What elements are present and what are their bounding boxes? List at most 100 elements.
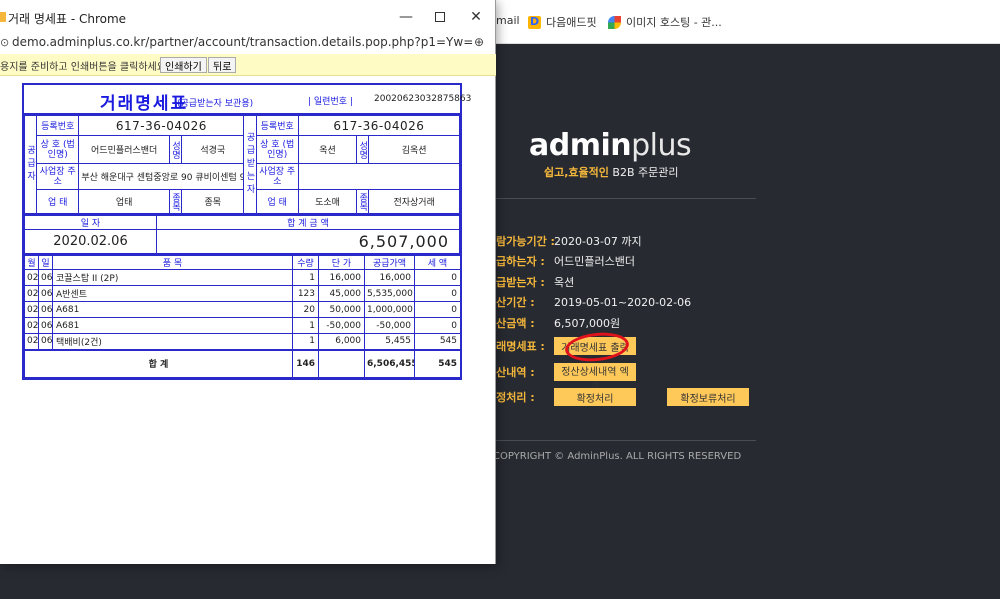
row-supply: 16,000 bbox=[364, 269, 415, 286]
info-value: 옥션 bbox=[554, 276, 575, 289]
row-price: 50,000 bbox=[318, 301, 365, 318]
receiver-name: 김옥션 bbox=[368, 135, 460, 164]
table-row: 02 06 A681 1 -50,000 -50,000 0 bbox=[24, 317, 461, 334]
row-item: A반센트 bbox=[52, 285, 293, 302]
row-tax: 0 bbox=[414, 317, 461, 334]
row-supply: -50,000 bbox=[364, 317, 415, 334]
col-price: 단 가 bbox=[318, 254, 365, 270]
sum-supply: 6,506,455 bbox=[364, 349, 415, 378]
col-qty: 수량 bbox=[292, 254, 319, 270]
sum-qty: 146 bbox=[292, 349, 319, 378]
confirm-hold-button[interactable]: 확정보류처리 bbox=[667, 388, 749, 406]
row-qty: 123 bbox=[292, 285, 319, 302]
row-supply: 5,455 bbox=[364, 333, 415, 350]
receiver-biz-type-label: 업 태 bbox=[255, 189, 299, 214]
receiver-company-label: 상 호 (법인명) bbox=[255, 135, 299, 164]
row-price: 6,000 bbox=[318, 333, 365, 350]
tagline-rest: B2B 주문관리 bbox=[608, 166, 679, 179]
table-row: 02 06 A681 20 50,000 1,000,000 0 bbox=[24, 301, 461, 318]
receiver-reg-no: 617-36-04026 bbox=[297, 115, 461, 136]
total-amount: 6,507,000 bbox=[156, 229, 460, 254]
minimize-icon: — bbox=[399, 9, 413, 25]
popup-url[interactable]: demo.adminplus.co.kr/partner/account/tra… bbox=[12, 35, 472, 49]
row-month: 02 bbox=[24, 269, 39, 286]
row-month: 02 bbox=[24, 317, 39, 334]
receiver-biz-item: 전자상거래 bbox=[368, 189, 460, 214]
divider-bottom bbox=[470, 440, 756, 441]
table-row: 02 06 A반센트 123 45,000 5,535,000 0 bbox=[24, 285, 461, 302]
bookmark-image-hosting[interactable]: 이미지 호스팅 - 관... bbox=[608, 14, 722, 30]
total-row: 합 계 146 6,506,455 545 bbox=[24, 349, 461, 378]
receiver-address bbox=[297, 163, 461, 190]
col-item: 품 목 bbox=[52, 254, 293, 270]
row-month: 02 bbox=[24, 301, 39, 318]
row-item: 택배비(2건) bbox=[52, 333, 293, 350]
total-amount-label: 합 계 금 액 bbox=[156, 214, 460, 230]
popup-title: 거래 명세표 - Chrome bbox=[8, 12, 127, 26]
supplier-biz-item-label: 종목 bbox=[168, 189, 183, 214]
chrome-window-icon bbox=[0, 12, 6, 22]
items-header-row: 월 일 품 목 수량 단 가 공급가액 세 액 bbox=[24, 254, 461, 270]
row-day: 06 bbox=[38, 333, 53, 350]
invoice-popup-window: 거래 명세표 - Chrome — ✕ ⊙ demo.adminplus.co.… bbox=[0, 0, 496, 564]
maximize-button[interactable] bbox=[420, 6, 460, 28]
print-notice-bar: 용지를 준비하고 인쇄버튼을 클릭하세요. 인쇄하기 뒤로 bbox=[0, 54, 496, 76]
brand-logo: adminplus bbox=[529, 128, 692, 163]
print-button[interactable]: 인쇄하기 bbox=[160, 57, 207, 73]
supplier-biz-item: 종목 bbox=[181, 189, 245, 214]
parties-table: 공급자 등록번호 617-36-04026 공급받는자 등록번호 617-36-… bbox=[23, 115, 461, 214]
popup-address-bar[interactable]: ⊙ demo.adminplus.co.kr/partner/account/t… bbox=[0, 34, 495, 52]
summary-table: 일 자 합 계 금 액 2020.02.06 6,507,000 bbox=[24, 214, 460, 254]
row-price: 16,000 bbox=[318, 269, 365, 286]
transaction-statement: 거래명세표 (공급받는자 보관용) | 일련번호 | 2002062303287… bbox=[22, 83, 471, 380]
bookmark-daum-adfit[interactable]: 다음애드핏 bbox=[528, 14, 597, 30]
invoice-date: 2020.02.06 bbox=[24, 229, 157, 254]
col-day: 일 bbox=[38, 254, 53, 270]
supplier-company-label: 상 호 (법인명) bbox=[36, 135, 80, 164]
row-tax: 0 bbox=[414, 285, 461, 302]
close-button[interactable]: ✕ bbox=[456, 6, 496, 28]
brand-tagline: 쉽고,효율적인 B2B 주문관리 bbox=[544, 164, 678, 180]
bookmark-mail[interactable]: mail bbox=[496, 14, 520, 27]
row-tax: 0 bbox=[414, 269, 461, 286]
divider-top bbox=[470, 198, 756, 199]
row-month: 02 bbox=[24, 285, 39, 302]
settlement-excel-button[interactable]: 정산상세내역 엑셀 bbox=[554, 363, 636, 393]
row-month: 02 bbox=[24, 333, 39, 350]
row-price: -50,000 bbox=[318, 317, 365, 334]
brand-light: plus bbox=[631, 128, 692, 163]
row-tax: 0 bbox=[414, 301, 461, 318]
back-button[interactable]: 뒤로 bbox=[208, 57, 237, 73]
col-supply: 공급가액 bbox=[364, 254, 415, 270]
daum-icon bbox=[528, 15, 541, 29]
receiver-name-label: 성명 bbox=[356, 135, 370, 164]
invoice-subtitle: (공급받는자 보관용) bbox=[177, 99, 254, 109]
confirm-button[interactable]: 확정처리 bbox=[554, 388, 636, 406]
supplier-biz-type: 업태 bbox=[78, 189, 170, 214]
row-tax: 545 bbox=[414, 333, 461, 350]
row-day: 06 bbox=[38, 269, 53, 286]
info-value: 2020-03-07 까지 bbox=[554, 235, 642, 248]
supplier-name: 석경국 bbox=[181, 135, 245, 164]
bookmark-mail-label: mail bbox=[496, 14, 520, 27]
print-invoice-button[interactable]: 거래명세표 출력 bbox=[554, 337, 636, 355]
close-icon: ✕ bbox=[470, 9, 482, 25]
date-label: 일 자 bbox=[24, 214, 157, 230]
info-value: 2019-05-01~2020-02-06 bbox=[554, 295, 692, 309]
row-day: 06 bbox=[38, 301, 53, 318]
sum-price-empty bbox=[318, 349, 365, 378]
receiver-reg-no-label: 등록번호 bbox=[255, 115, 299, 136]
supplier-address: 부산 해운대구 센텀중앙로 90 큐비이센텀 907호 bbox=[78, 163, 245, 190]
table-row: 02 06 택배비(2건) 1 6,000 5,455 545 bbox=[24, 333, 461, 350]
bookmark-daum-label: 다음애드핏 bbox=[546, 16, 597, 29]
zoom-icon[interactable]: ⊕ bbox=[474, 35, 484, 49]
row-supply: 1,000,000 bbox=[364, 301, 415, 318]
lock-icon: ⊙ bbox=[0, 36, 10, 49]
popup-titlebar[interactable]: 거래 명세표 - Chrome — ✕ bbox=[0, 0, 495, 34]
brand-bold: admin bbox=[529, 128, 632, 163]
print-notice-text: 용지를 준비하고 인쇄버튼을 클릭하세요. bbox=[0, 62, 170, 73]
row-qty: 1 bbox=[292, 333, 319, 350]
serial-label: | 일련번호 | bbox=[308, 97, 353, 107]
supplier-name-label: 성명 bbox=[168, 135, 183, 164]
supplier-side-label: 공급자 bbox=[23, 115, 38, 214]
